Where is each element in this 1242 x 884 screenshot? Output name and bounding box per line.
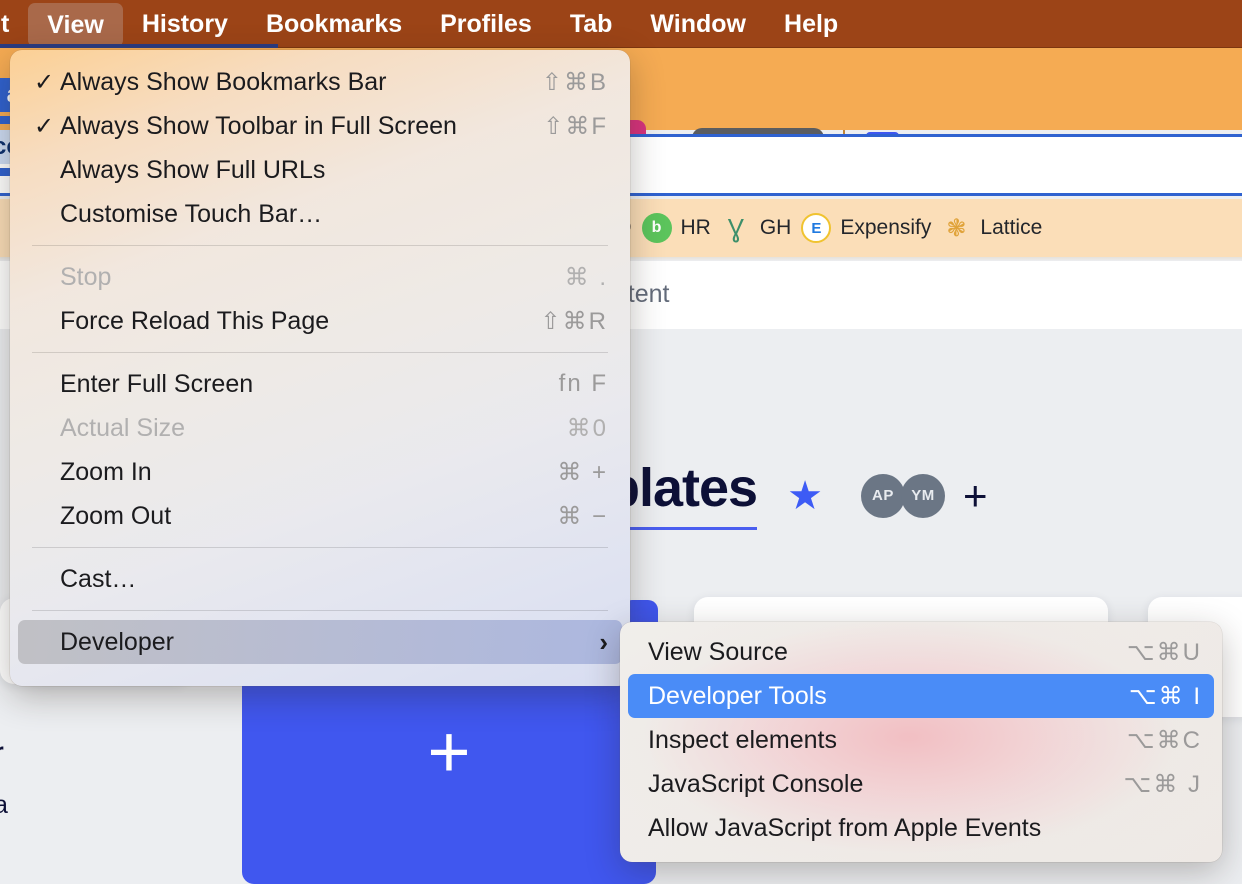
menu-item-label: Always Show Toolbar in Full Screen	[60, 112, 527, 141]
hr-icon: b	[642, 213, 672, 243]
menu-item-shortcut: ⇧⌘B	[542, 68, 608, 97]
submenu-item-developer-tools[interactable]: Developer Tools ⌥⌘ I	[628, 674, 1214, 718]
menu-item-cast[interactable]: Cast…	[10, 557, 630, 601]
plus-icon: +	[427, 715, 470, 789]
menu-item-shortcut: fn F	[559, 370, 608, 398]
github-icon: Ɣ	[721, 213, 751, 243]
menubar-item-window[interactable]: Window	[631, 0, 765, 48]
bookmark-hr-label: HR	[681, 216, 711, 240]
expensify-icon: E	[801, 213, 831, 243]
menu-item-always-show-bookmarks-bar[interactable]: ✓ Always Show Bookmarks Bar ⇧⌘B	[10, 60, 630, 104]
macos-menu-bar: it View History Bookmarks Profiles Tab W…	[0, 0, 1242, 48]
menu-item-shortcut: ⌘0	[567, 414, 608, 443]
menu-item-label: Zoom In	[60, 458, 541, 487]
checkmark-icon: ✓	[34, 68, 60, 97]
submenu-item-shortcut: ⌥⌘U	[1127, 638, 1202, 667]
submenu-item-javascript-console[interactable]: JavaScript Console ⌥⌘ J	[620, 762, 1222, 806]
menu-item-zoom-out[interactable]: Zoom Out ⌘ −	[10, 494, 630, 538]
menu-item-enter-full-screen[interactable]: Enter Full Screen fn F	[10, 362, 630, 406]
menu-item-label: Cast…	[60, 565, 592, 594]
menu-item-label: Force Reload This Page	[60, 307, 525, 336]
submenu-item-view-source[interactable]: View Source ⌥⌘U	[620, 630, 1222, 674]
checkmark-icon: ✓	[34, 112, 60, 141]
bookmark-expensify[interactable]: E Expensify	[801, 213, 931, 243]
menu-item-developer[interactable]: Developer ›	[18, 620, 622, 664]
menubar-item-bookmarks[interactable]: Bookmarks	[247, 0, 421, 48]
add-member-button[interactable]: +	[963, 481, 988, 510]
menu-item-zoom-in[interactable]: Zoom In ⌘ +	[10, 450, 630, 494]
bookmark-lattice[interactable]: ❃ Lattice	[941, 213, 1042, 243]
submenu-item-label: JavaScript Console	[648, 770, 1124, 799]
side-text-fragment: r	[0, 738, 4, 767]
bookmark-gh[interactable]: Ɣ GH	[721, 213, 792, 243]
menu-separator	[32, 610, 608, 611]
menu-item-always-show-toolbar-in-full-screen[interactable]: ✓ Always Show Toolbar in Full Screen ⇧⌘F	[10, 104, 630, 148]
hr-icon-glyph: b	[652, 219, 662, 237]
submenu-item-shortcut: ⌥⌘ I	[1129, 682, 1202, 711]
menu-item-label: Enter Full Screen	[60, 370, 543, 399]
star-icon[interactable]: ★	[787, 476, 823, 516]
submenu-item-shortcut: ⌥⌘ J	[1124, 770, 1202, 799]
side-text-fragment: a	[0, 791, 8, 820]
menubar-underline	[0, 44, 278, 48]
menubar-item-view[interactable]: View	[28, 3, 123, 47]
menu-item-stop: Stop ⌘ .	[10, 255, 630, 299]
avatar-group: AP YM	[861, 474, 945, 518]
bookmark-gh-label: GH	[760, 216, 792, 240]
menubar-item-help[interactable]: Help	[765, 0, 857, 48]
menubar-item-tab[interactable]: Tab	[551, 0, 632, 48]
menu-item-label: Stop	[60, 263, 549, 292]
lattice-icon-glyph: ❃	[946, 214, 966, 243]
menu-item-label: Customise Touch Bar…	[60, 200, 592, 229]
menu-item-label: Always Show Bookmarks Bar	[60, 68, 526, 97]
chevron-right-icon: ›	[599, 627, 608, 658]
submenu-item-label: View Source	[648, 638, 1127, 667]
menu-separator	[32, 352, 608, 353]
submenu-item-shortcut: ⌥⌘C	[1127, 726, 1202, 755]
github-icon-glyph: Ɣ	[728, 213, 744, 244]
menu-item-shortcut: ⌘ +	[557, 458, 608, 487]
menu-item-label: Developer	[60, 628, 599, 657]
menu-item-label: Zoom Out	[60, 502, 541, 531]
menubar-item-edit[interactable]: it	[0, 0, 28, 48]
bookmark-lattice-label: Lattice	[980, 216, 1042, 240]
menu-item-shortcut: ⇧⌘R	[541, 307, 608, 336]
submenu-item-inspect-elements[interactable]: Inspect elements ⌥⌘C	[620, 718, 1222, 762]
menubar-item-profiles[interactable]: Profiles	[421, 0, 551, 48]
menu-separator	[32, 245, 608, 246]
avatar[interactable]: AP	[861, 474, 905, 518]
menu-item-shortcut: ⇧⌘F	[543, 112, 608, 141]
bookmark-expensify-label: Expensify	[840, 216, 931, 240]
submenu-item-label: Allow JavaScript from Apple Events	[648, 814, 1202, 843]
menu-item-force-reload-this-page[interactable]: Force Reload This Page ⇧⌘R	[10, 299, 630, 343]
screen-root: g Project E ⧺ Project links and sharing …	[0, 0, 1242, 884]
view-dropdown-menu: ✓ Always Show Bookmarks Bar ⇧⌘B ✓ Always…	[10, 50, 630, 686]
avatar[interactable]: YM	[901, 474, 945, 518]
developer-submenu: View Source ⌥⌘U Developer Tools ⌥⌘ I Ins…	[620, 622, 1222, 862]
submenu-item-allow-javascript-from-apple-events[interactable]: Allow JavaScript from Apple Events	[620, 806, 1222, 850]
menu-item-shortcut: ⌘ .	[565, 263, 608, 292]
menu-item-actual-size: Actual Size ⌘0	[10, 406, 630, 450]
menu-separator	[32, 547, 608, 548]
lattice-icon: ❃	[941, 213, 971, 243]
menu-item-label: Always Show Full URLs	[60, 156, 592, 185]
menu-item-always-show-full-urls[interactable]: Always Show Full URLs	[10, 148, 630, 192]
menu-item-shortcut: ⌘ −	[557, 502, 608, 531]
menu-item-label: Actual Size	[60, 414, 551, 443]
bookmark-hr[interactable]: b HR	[642, 213, 711, 243]
menubar-item-history[interactable]: History	[123, 0, 247, 48]
submenu-item-label: Inspect elements	[648, 726, 1127, 755]
menu-item-customise-touch-bar[interactable]: Customise Touch Bar…	[10, 192, 630, 236]
side-text-fragment: L	[0, 878, 12, 884]
expensify-icon-glyph: E	[811, 220, 821, 237]
submenu-item-label: Developer Tools	[648, 682, 1129, 711]
